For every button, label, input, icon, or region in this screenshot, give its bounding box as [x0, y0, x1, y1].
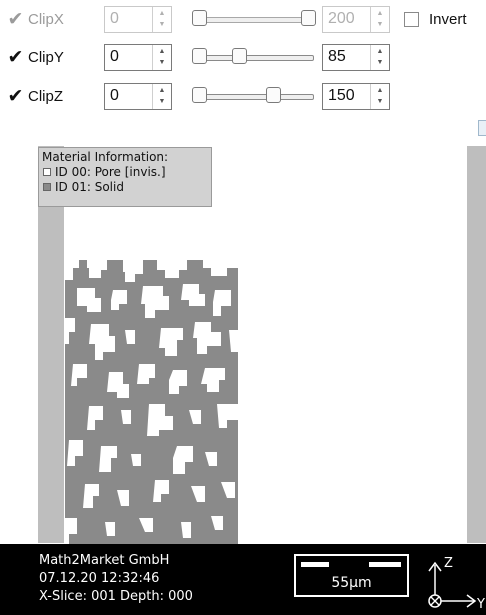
clip-row-x: ✔ ClipX 0 ▲ ▼ 200 ▲ ▼ Invert: [0, 3, 486, 37]
scale-bar-segment: [329, 562, 369, 567]
clipz-slider-track: [194, 94, 314, 100]
timestamp: 07.12.20 12:32:46: [39, 571, 160, 586]
clipy-slider-max-handle[interactable]: [232, 48, 247, 64]
clipx-slider-max-handle[interactable]: [301, 10, 316, 26]
clipy-max-spinbox[interactable]: 85 ▲ ▼: [322, 44, 390, 71]
clipz-max-spinbox[interactable]: 150 ▲ ▼: [322, 83, 390, 110]
clipz-slider-max-handle[interactable]: [266, 87, 281, 103]
clip-row-z: ✔ ClipZ 0 ▲ ▼ 150 ▲ ▼: [0, 80, 486, 114]
clipy-min-value[interactable]: 0: [110, 48, 119, 66]
slice-info: X-Slice: 001 Depth: 000: [39, 589, 193, 604]
legend-item-solid-label: ID 01: Solid: [55, 180, 124, 194]
clipz-min-spinbox[interactable]: 0 ▲ ▼: [104, 83, 172, 110]
clipz-label: ClipZ: [28, 88, 64, 105]
clipx-slider-min-handle[interactable]: [192, 10, 207, 26]
axis-y-label: Y: [476, 597, 485, 612]
microstructure-slice-image: [65, 260, 238, 544]
clipy-slider-min-handle[interactable]: [192, 48, 207, 64]
scale-bar-label: 55μm: [331, 575, 372, 591]
pore-swatch-icon: [43, 168, 51, 176]
clipx-max-spinbox[interactable]: 200 ▲ ▼: [322, 6, 390, 33]
clipy-max-value[interactable]: 85: [328, 48, 346, 66]
scale-bar-segment: [369, 562, 401, 567]
render-viewport[interactable]: Material Information: ID 00: Pore [invis…: [0, 146, 486, 615]
clipy-slider-track: [194, 55, 314, 61]
clipz-checkbox[interactable]: ✔: [7, 87, 24, 106]
legend-item-pore-label: ID 00: Pore [invis.]: [55, 165, 166, 179]
clipx-checkbox[interactable]: ✔: [7, 10, 24, 29]
clipy-min-spin-arrows-icon[interactable]: ▲ ▼: [152, 45, 171, 70]
clipx-min-spin-arrows-icon[interactable]: ▲ ▼: [152, 7, 171, 32]
invert-checkbox[interactable]: [404, 12, 419, 27]
clipz-max-spin-arrows-icon[interactable]: ▲ ▼: [370, 84, 389, 109]
clipx-label: ClipX: [28, 11, 64, 28]
scale-bar-segment: [301, 562, 329, 567]
clip-row-y: ✔ ClipY 0 ▲ ▼ 85 ▲ ▼: [0, 41, 486, 75]
domain-boundary-right: [467, 146, 486, 543]
clipz-slider-min-handle[interactable]: [192, 87, 207, 103]
clipx-range-slider[interactable]: [192, 8, 316, 30]
clipx-max-value[interactable]: 200: [328, 10, 355, 28]
legend-title: Material Information:: [42, 150, 169, 164]
solid-swatch-icon: [43, 183, 51, 191]
invert-label: Invert: [429, 11, 467, 28]
clipy-range-slider[interactable]: [192, 46, 316, 68]
legend-item-pore: ID 00: Pore [invis.]: [42, 165, 211, 180]
scale-bar: 55μm: [294, 554, 409, 597]
clipx-max-spin-arrows-icon[interactable]: ▲ ▼: [370, 7, 389, 32]
clipy-max-spin-arrows-icon[interactable]: ▲ ▼: [370, 45, 389, 70]
clipx-min-spinbox[interactable]: 0 ▲ ▼: [104, 6, 172, 33]
clipz-min-spin-arrows-icon[interactable]: ▲ ▼: [152, 84, 171, 109]
clip-control-panel: ✔ ClipX 0 ▲ ▼ 200 ▲ ▼ Invert ✔ ClipY 0 ▲ ▼: [0, 0, 486, 147]
clipz-min-value[interactable]: 0: [110, 87, 119, 105]
axis-z-label: Z: [444, 556, 453, 571]
clipz-max-value[interactable]: 150: [328, 87, 355, 105]
clipz-range-slider[interactable]: [192, 85, 316, 107]
clipx-slider-track: [194, 17, 314, 23]
clipy-checkbox[interactable]: ✔: [7, 48, 24, 67]
legend-item-solid: ID 01: Solid: [42, 180, 211, 195]
clipy-min-spinbox[interactable]: 0 ▲ ▼: [104, 44, 172, 71]
clipy-label: ClipY: [28, 49, 64, 66]
material-legend: Material Information: ID 00: Pore [invis…: [38, 147, 212, 207]
clipx-min-value[interactable]: 0: [110, 10, 119, 28]
info-footer: Math2Market GmbH 07.12.20 12:32:46 X-Sli…: [0, 544, 486, 615]
company-name: Math2Market GmbH: [39, 553, 170, 568]
panel-expand-tab[interactable]: [478, 120, 486, 136]
axis-orientation-icon: Z Y: [428, 556, 485, 612]
